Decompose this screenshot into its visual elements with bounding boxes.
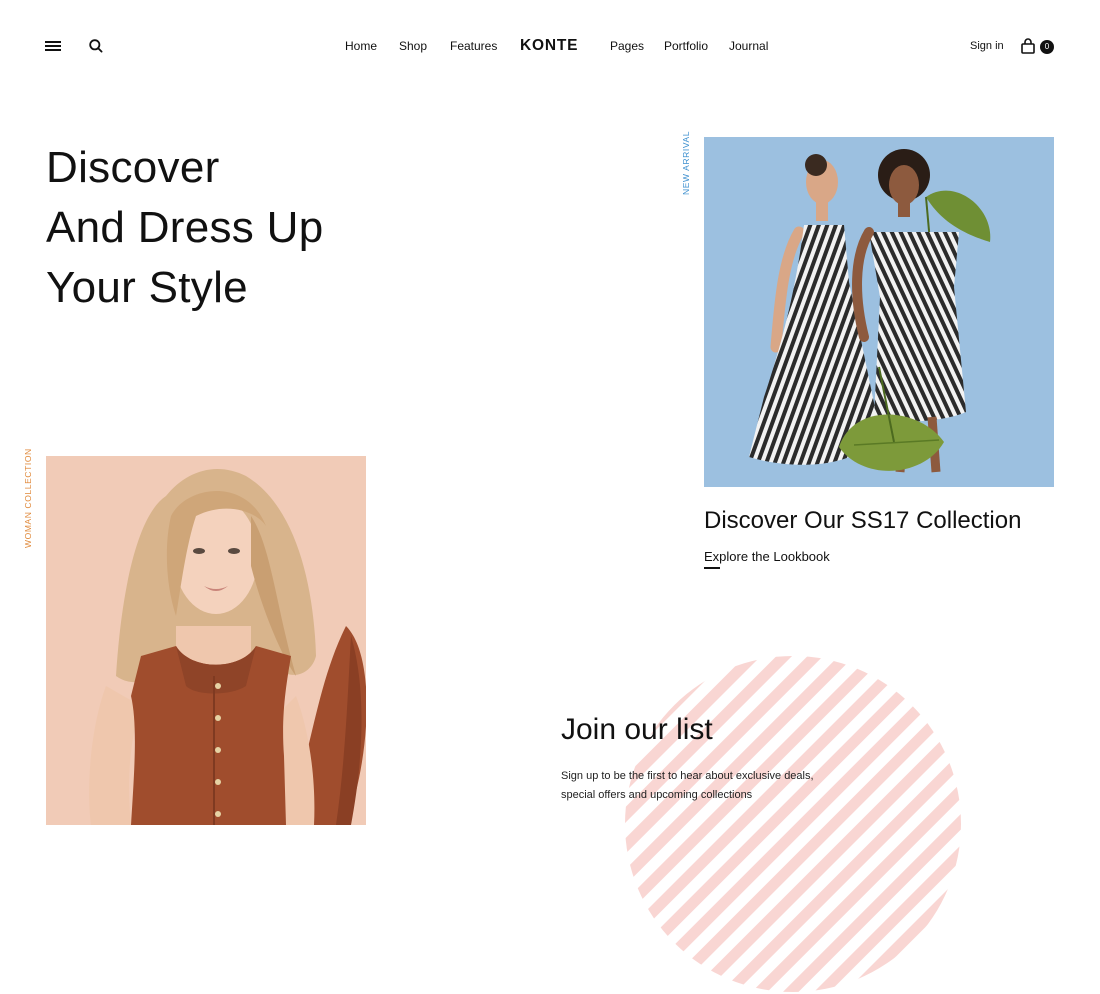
ss17-collection-image[interactable] xyxy=(704,137,1054,487)
hero-heading-line-2: And Dress Up xyxy=(46,203,324,252)
hero-heading-line-3: Your Style xyxy=(46,263,248,312)
nav-home[interactable]: Home xyxy=(345,38,377,54)
shopping-bag-icon[interactable] xyxy=(1020,37,1036,55)
newsletter-description: Sign up to be the first to hear about ex… xyxy=(561,770,814,801)
site-header: Home Shop Features Pages Portfolio Journ… xyxy=(0,0,1100,92)
nav-features[interactable]: Features xyxy=(450,38,497,54)
nav-shop[interactable]: Shop xyxy=(399,38,427,54)
nav-portfolio[interactable]: Portfolio xyxy=(664,38,708,54)
explore-lookbook-link[interactable]: Explore the Lookbook xyxy=(704,548,830,566)
site-logo[interactable]: KONTE xyxy=(520,37,578,55)
striped-circle-decoration xyxy=(625,656,961,992)
nav-journal[interactable]: Journal xyxy=(729,38,768,54)
newsletter-title: Join our list xyxy=(561,713,713,746)
collection-title: Discover Our SS17 Collection xyxy=(704,507,1022,534)
woman-collection-tag: WOMAN COLLECTION xyxy=(23,448,33,548)
cart-count-badge: 0 xyxy=(1040,40,1054,54)
new-arrival-tag: NEW ARRIVAL xyxy=(681,130,691,195)
hero-heading-line-1: Discover xyxy=(46,143,220,192)
nav-pages[interactable]: Pages xyxy=(610,38,644,54)
lookbook-underline xyxy=(704,567,720,569)
woman-collection-image[interactable] xyxy=(46,456,366,825)
sign-in-link[interactable]: Sign in xyxy=(970,39,1004,53)
